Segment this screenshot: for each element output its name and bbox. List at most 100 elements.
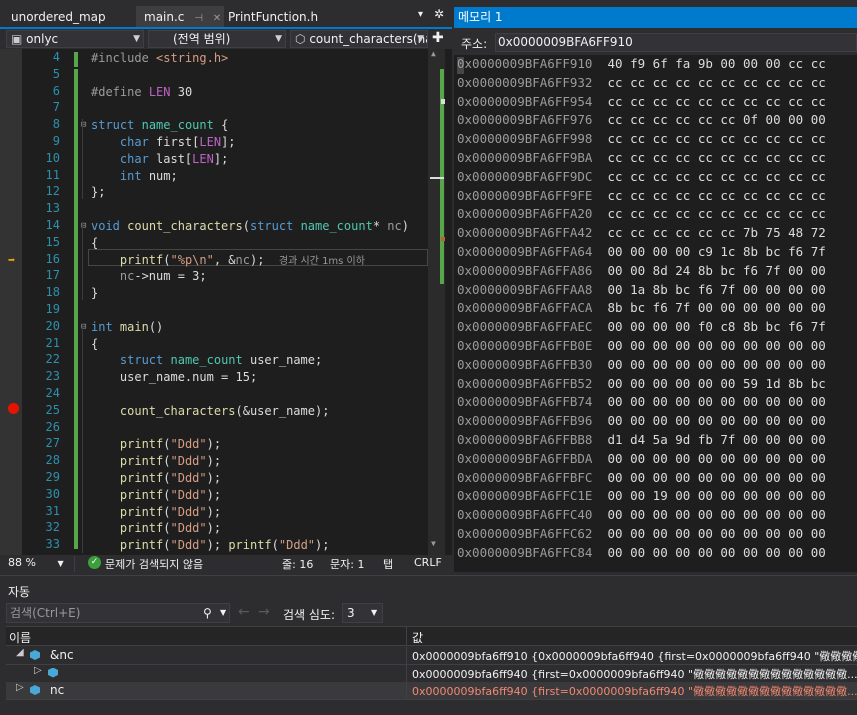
memory-bytes[interactable]: 00 00 00 00 c9 1c 8b bc f6 7f: [592, 244, 826, 259]
memory-content[interactable]: 0x0000009BFA6FF910 40 f9 6f fa 9b 00 00 …: [454, 55, 857, 572]
indicator-margin[interactable]: [0, 49, 22, 555]
code-line[interactable]: char first[LEN];: [91, 134, 236, 151]
line-indicator[interactable]: 줄: 16: [282, 556, 313, 572]
code-line[interactable]: printf("Ddd");: [91, 453, 221, 470]
code-line[interactable]: }: [91, 285, 98, 302]
memory-bytes[interactable]: 00 00 00 00 00 00 00 00 00 00: [592, 507, 826, 522]
memory-bytes[interactable]: cc cc cc cc cc cc cc cc cc cc: [592, 206, 826, 221]
code-line[interactable]: nc->num = 3;: [91, 268, 207, 285]
memory-window-title[interactable]: 메모리 1: [454, 7, 857, 28]
autos-row[interactable]: ◢ &nc 0x0000009bfa6ff910 {0x0000009bfa6ff9…: [6, 647, 857, 665]
memory-bytes[interactable]: 00 00 00 00 00 00 00 00 00 00: [592, 470, 826, 485]
tab-printfunction-h[interactable]: PrintFunction.h: [220, 6, 326, 28]
code-line[interactable]: char last[LEN];: [91, 151, 228, 168]
autos-search-input[interactable]: 검색(Ctrl+E) ⚲ ▼: [6, 603, 230, 623]
search-icon[interactable]: ⚲: [203, 604, 212, 622]
memory-bytes[interactable]: d1 d4 5a 9d fb 7f 00 00 00 00: [592, 432, 826, 447]
code-line[interactable]: #define LEN 30: [91, 84, 192, 101]
memory-bytes[interactable]: cc cc cc cc cc cc 7b 75 48 72: [592, 225, 826, 240]
autos-row[interactable]: ▷ nc 0x0000009bfa6ff940 {first=0x0000009bf…: [6, 682, 857, 700]
tab-list-dropdown-icon[interactable]: ▾: [418, 9, 423, 20]
column-header-value[interactable]: 값: [412, 629, 423, 646]
memory-bytes[interactable]: 00 00 00 00 00 00 00 00 00 00: [592, 545, 826, 560]
column-header-name[interactable]: 이름: [9, 629, 31, 646]
code-line[interactable]: printf("Ddd"); printf("Ddd");: [91, 537, 330, 554]
chevron-down-icon[interactable]: ▼: [220, 604, 226, 622]
code-line[interactable]: int num;: [91, 168, 178, 185]
breakpoint-icon[interactable]: [8, 403, 19, 414]
expand-arrow-icon[interactable]: ▷: [34, 665, 42, 676]
memory-bytes[interactable]: 40 f9 6f fa 9b 00 00 00 cc cc: [592, 56, 826, 71]
code-line[interactable]: {: [91, 235, 98, 252]
memory-bytes[interactable]: cc cc cc cc cc cc cc cc cc cc: [592, 94, 826, 109]
member-dropdown[interactable]: ⬡ count_characters(na ▼: [290, 30, 428, 48]
memory-address-input[interactable]: 0x0000009BFA6FF910: [495, 33, 857, 52]
memory-address: 0x0000009BFA6FFBB8: [457, 432, 593, 447]
code-line[interactable]: {: [91, 336, 98, 353]
memory-bytes[interactable]: 00 00 00 00 00 00 00 00 00 00: [592, 413, 826, 428]
code-line[interactable]: printf("%p\n", &nc); 경과 시간 1ms 이하: [91, 252, 365, 270]
code-line[interactable]: printf("Ddd");: [91, 487, 221, 504]
collapse-arrow-icon[interactable]: ◢: [16, 647, 24, 658]
memory-bytes[interactable]: 00 00 00 00 f0 c8 8b bc f6 7f: [592, 319, 826, 334]
variable-value[interactable]: 0x0000009bfa6ff940 {first=0x0000009bfa6f…: [412, 683, 857, 699]
memory-bytes[interactable]: cc cc cc cc cc cc 0f 00 00 00: [592, 112, 826, 127]
memory-bytes[interactable]: 00 00 19 00 00 00 00 00 00 00: [592, 488, 826, 503]
column-divider[interactable]: [406, 627, 407, 645]
editor-vertical-scrollbar[interactable]: ▲ ▼: [428, 49, 445, 555]
code-line[interactable]: printf("Ddd");: [91, 436, 221, 453]
variable-value[interactable]: 0x0000009bfa6ff940 {first=0x0000009bfa6f…: [412, 666, 857, 682]
line-number: 9: [52, 134, 60, 148]
memory-bytes[interactable]: cc cc cc cc cc cc cc cc cc cc: [592, 131, 826, 146]
code-line[interactable]: };: [91, 184, 105, 201]
variable-value[interactable]: 0x0000009bfa6ff910 {0x0000009bfa6ff940 {…: [412, 648, 857, 664]
memory-bytes[interactable]: 8b bc f6 7f 00 00 00 00 00 00: [592, 300, 826, 315]
code-line[interactable]: printf("Ddd");: [91, 470, 221, 487]
memory-bytes[interactable]: cc cc cc cc cc cc cc cc cc cc: [592, 188, 826, 203]
memory-bytes[interactable]: cc cc cc cc cc cc cc cc cc cc: [592, 75, 826, 90]
code-line[interactable]: struct name_count user_name;: [91, 352, 322, 369]
project-name: onlyc: [26, 32, 59, 46]
code-line[interactable]: struct name_count {: [91, 117, 228, 134]
scroll-up-icon[interactable]: ▲: [431, 49, 443, 69]
memory-bytes[interactable]: 00 00 00 00 00 00 00 00 00 00: [592, 357, 826, 372]
column-indicator[interactable]: 문자: 1: [330, 556, 364, 572]
search-depth-dropdown[interactable]: 3 ▼: [342, 603, 383, 623]
code-line[interactable]: printf("Ddd");: [91, 504, 221, 521]
memory-bytes[interactable]: 00 1a 8b bc f6 7f 00 00 00 00: [592, 282, 826, 297]
code-line[interactable]: int main(): [91, 319, 163, 336]
indent-mode[interactable]: 탭: [383, 556, 393, 572]
line-ending[interactable]: CRLF: [414, 556, 442, 569]
scroll-thumb[interactable]: [430, 177, 444, 179]
memory-bytes[interactable]: 00 00 00 00 00 00 59 1d 8b bc: [592, 376, 826, 391]
tab-unordered-map[interactable]: unordered_map: [3, 6, 114, 28]
code-line[interactable]: void count_characters(struct name_count*…: [91, 218, 409, 235]
zoom-dropdown[interactable]: 88 % ▼: [8, 556, 64, 569]
settings-gear-icon[interactable]: ✲: [434, 7, 444, 21]
issues-status[interactable]: 문제가 검색되지 않음: [105, 556, 203, 572]
memory-bytes[interactable]: cc cc cc cc cc cc cc cc cc cc: [592, 150, 826, 165]
project-dropdown[interactable]: ▣ onlyc ▼: [6, 30, 144, 48]
code-line[interactable]: #include <string.h>: [91, 50, 228, 67]
code-line[interactable]: printf("Ddd");: [91, 520, 221, 537]
split-editor-icon[interactable]: ✚: [432, 30, 444, 46]
scope-dropdown[interactable]: (전역 범위) ▼: [148, 30, 286, 48]
tab-main-c[interactable]: main.c ⊣ ✕: [136, 6, 224, 28]
search-back-icon[interactable]: ←: [238, 604, 250, 620]
expand-arrow-icon[interactable]: ▷: [16, 682, 24, 693]
pin-icon[interactable]: ⊣: [194, 13, 203, 24]
memory-bytes[interactable]: 00 00 00 00 00 00 00 00 00 00: [592, 451, 826, 466]
memory-bytes[interactable]: 00 00 00 00 00 00 00 00 00 00: [592, 394, 826, 409]
memory-bytes[interactable]: cc cc cc cc cc cc cc cc cc cc: [592, 169, 826, 184]
memory-row[interactable]: 0x0000009BFA6FFC84 00 00 00 00 00 00 00 …: [457, 544, 826, 566]
scroll-down-icon[interactable]: ▼: [431, 539, 443, 551]
code-editor[interactable]: ➡ 4 #include <string.h> 5 6 #define LEN 30 7 8…: [0, 49, 452, 555]
memory-bytes[interactable]: 00 00 8d 24 8b bc f6 7f 00 00: [592, 263, 826, 278]
code-line[interactable]: user_name.num = 15;: [91, 369, 257, 386]
code-line[interactable]: count_characters(&user_name);: [91, 403, 330, 420]
change-marker: [74, 69, 78, 549]
search-forward-icon[interactable]: →: [258, 604, 270, 620]
autos-row[interactable]: ▷ 0x0000009bfa6ff940 {first=0x0000009bfa6…: [6, 664, 857, 683]
memory-bytes[interactable]: 00 00 00 00 00 00 00 00 00 00: [592, 526, 826, 541]
memory-bytes[interactable]: 00 00 00 00 00 00 00 00 00 00: [592, 338, 826, 353]
